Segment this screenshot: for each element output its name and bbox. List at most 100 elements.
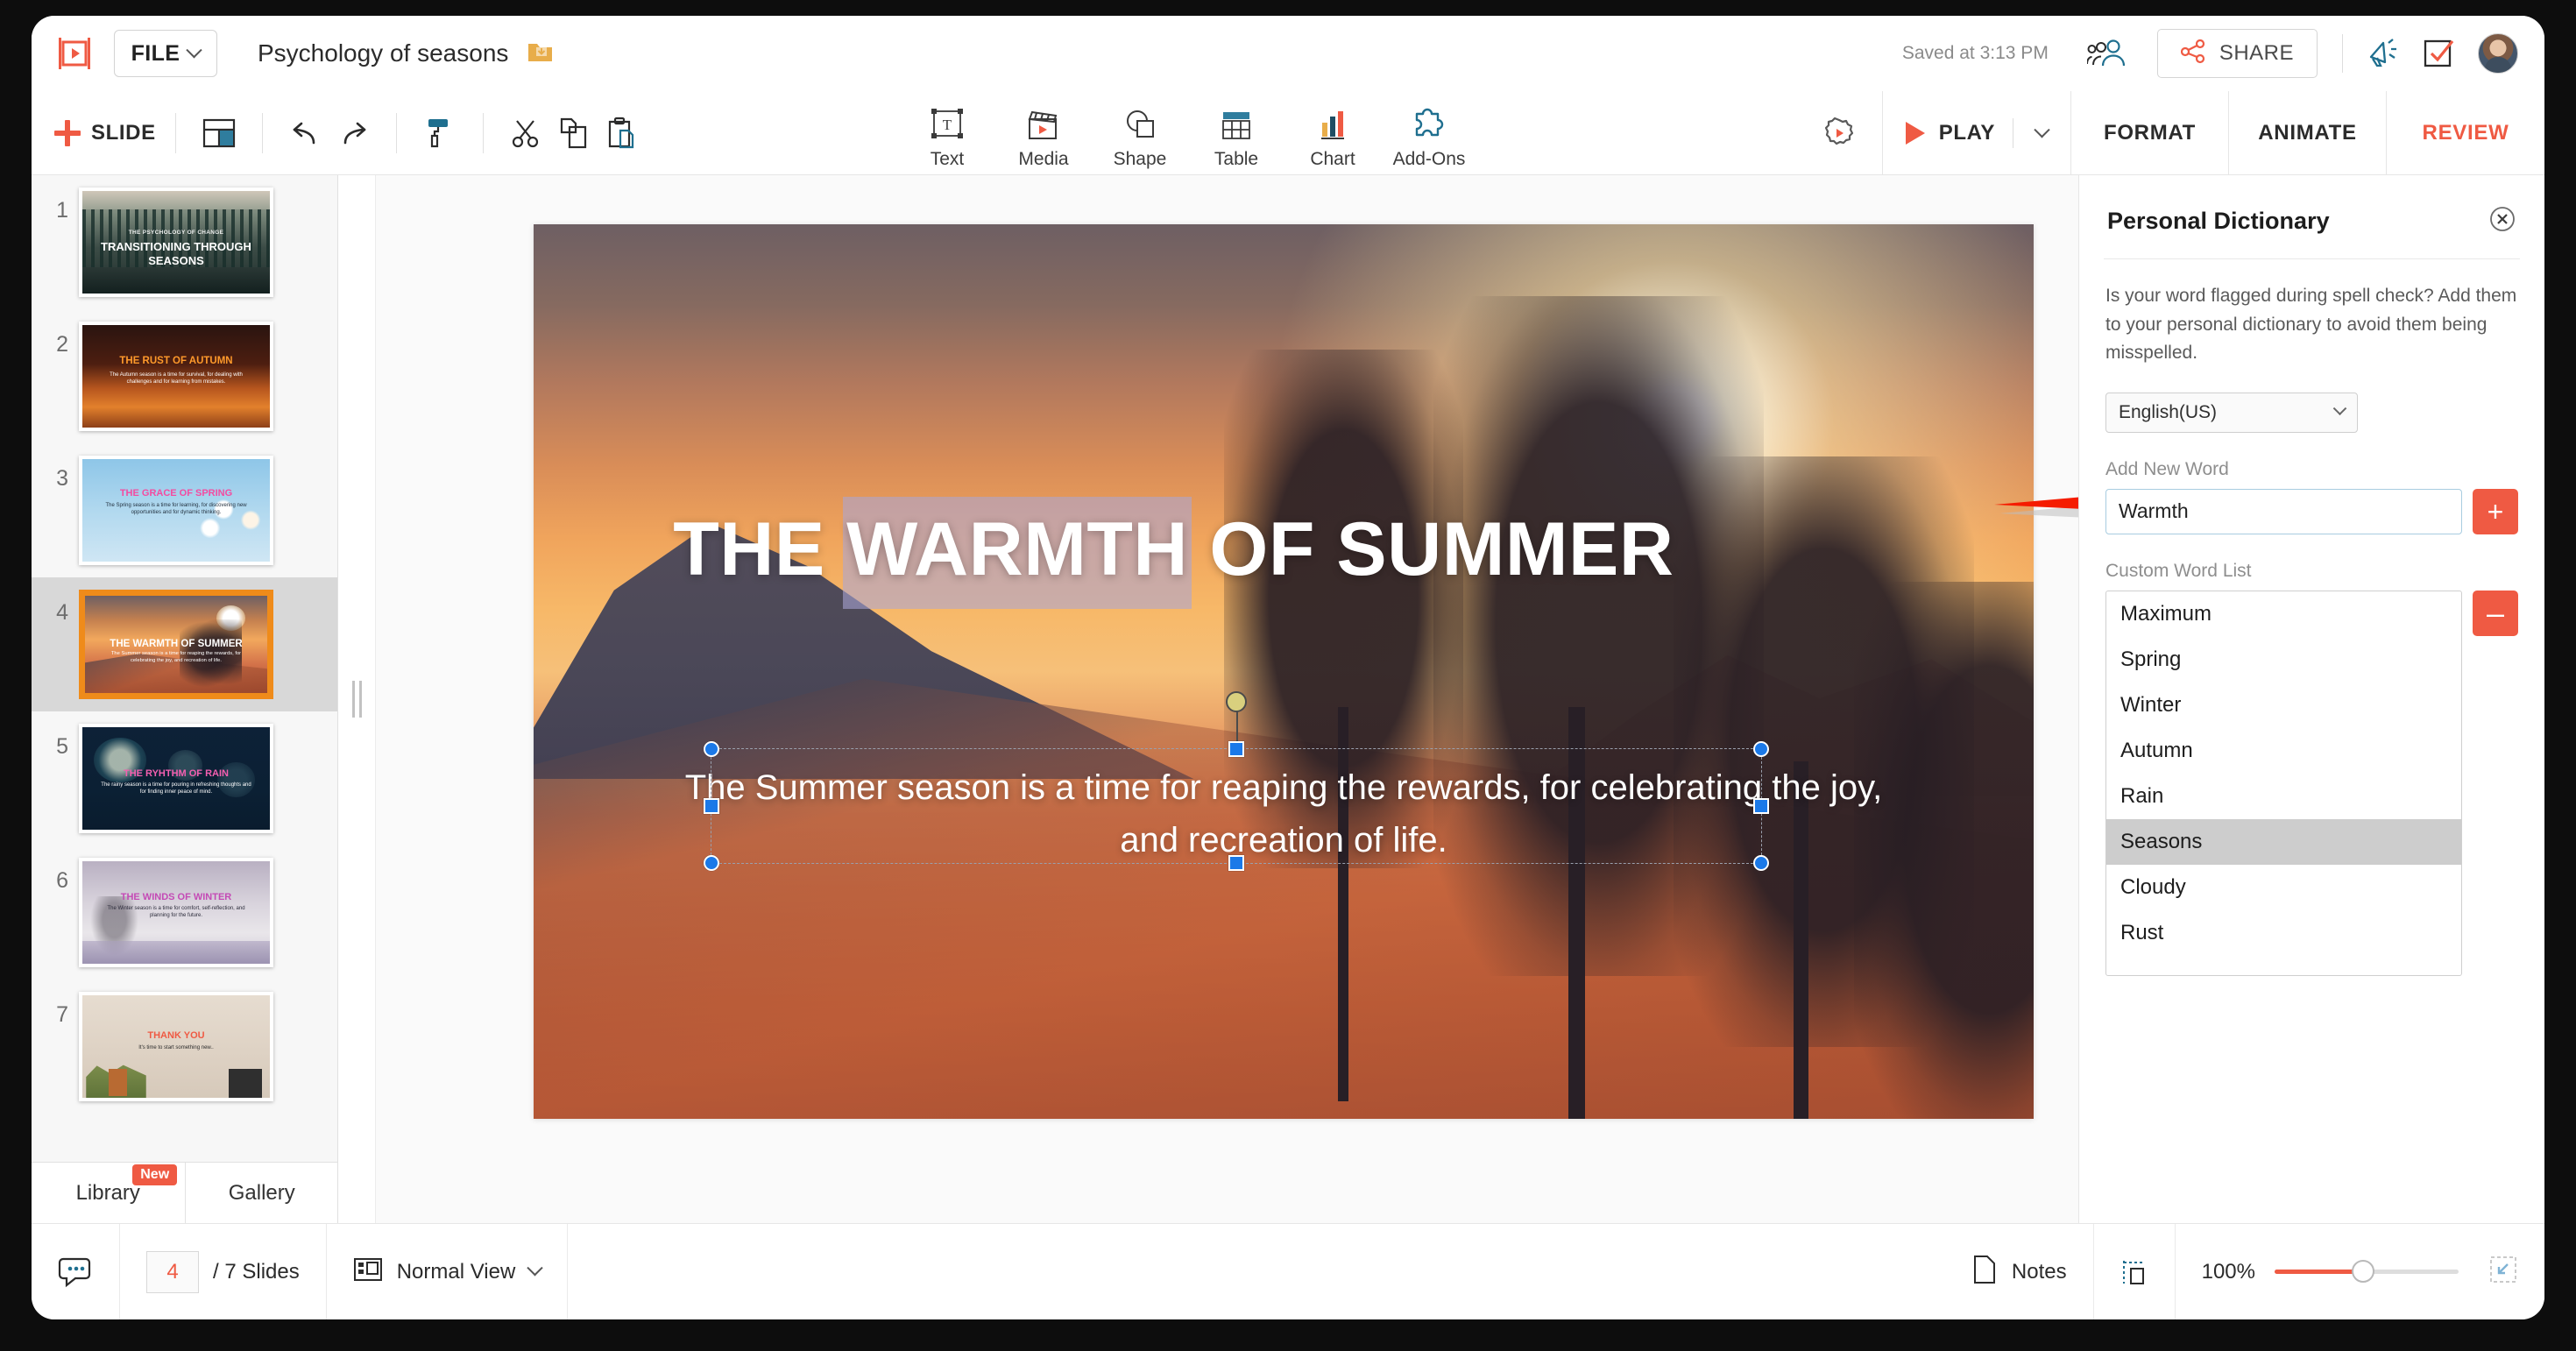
- zoom-control[interactable]: 100%: [2176, 1224, 2544, 1320]
- slide-canvas-area[interactable]: THE WARMTH OF SUMMER The Summer season i…: [339, 175, 2078, 1223]
- current-slide-number[interactable]: 4: [146, 1251, 199, 1293]
- slide-preview-selected[interactable]: THE WARMTH OF SUMMER The Summer season i…: [79, 590, 273, 699]
- add-word-button[interactable]: +: [2473, 489, 2518, 534]
- play-label: PLAY: [1939, 121, 1995, 145]
- redo-icon[interactable]: [329, 110, 377, 157]
- thumb-title: THE WINDS OF WINTER: [82, 892, 270, 902]
- comments-button[interactable]: [32, 1224, 120, 1320]
- slide-thumb-3[interactable]: 3 THE GRACE OF SPRING The Spring season …: [32, 443, 337, 577]
- guides-button[interactable]: [2094, 1224, 2176, 1320]
- view-mode-selector[interactable]: Normal View: [327, 1224, 569, 1320]
- notes-button[interactable]: Notes: [1945, 1224, 2094, 1320]
- slide-title-selected-word[interactable]: WARMTH: [843, 507, 1192, 591]
- add-word-row: +: [2079, 480, 2544, 534]
- slide-thumb-7[interactable]: 7 THANK YOU It's time to start something…: [32, 980, 337, 1114]
- slide-preview[interactable]: THE WINDS OF WINTER The Winter season is…: [79, 858, 273, 967]
- word-list-item[interactable]: Rain: [2106, 774, 2461, 819]
- tab-animate[interactable]: ANIMATE: [2229, 91, 2387, 175]
- insert-media-button[interactable]: Media: [995, 98, 1092, 170]
- thumb-title: TRANSITIONING THROUGH SEASONS: [82, 240, 270, 267]
- remove-word-button[interactable]: –: [2473, 591, 2518, 636]
- slide-preview[interactable]: THE GRACE OF SPRING The Spring season is…: [79, 456, 273, 565]
- add-word-input[interactable]: [2105, 489, 2462, 534]
- slides-scroll-area[interactable]: 1 THE PSYCHOLOGY OF CHANGE TRANSITIONING…: [32, 175, 337, 1127]
- chevron-down-icon: [2333, 402, 2347, 416]
- insert-table-button[interactable]: Table: [1188, 98, 1284, 170]
- presentation-app-window: FILE Psychology of seasons Saved at 3:13…: [32, 16, 2544, 1319]
- insert-table-label: Table: [1214, 149, 1258, 170]
- panel-splitter-grip[interactable]: [339, 175, 376, 1223]
- file-menu-label: FILE: [131, 41, 180, 67]
- folder-download-icon[interactable]: [527, 39, 554, 68]
- tab-format[interactable]: FORMAT: [2071, 91, 2229, 175]
- slide-thumb-6[interactable]: 6 THE WINDS OF WINTER The Winter season …: [32, 845, 337, 980]
- guides-icon: [2120, 1257, 2148, 1287]
- panel-tab-library-label: Library: [76, 1181, 140, 1206]
- word-list-item-selected[interactable]: Seasons: [2106, 819, 2461, 865]
- user-avatar[interactable]: [2478, 33, 2518, 74]
- slide-preview[interactable]: THE RUST OF AUTUMN The Autumn season is …: [79, 322, 273, 431]
- slide-title-textbox[interactable]: THE WARMTH OF SUMMER: [673, 506, 1753, 593]
- insert-chart-button[interactable]: Chart: [1284, 98, 1381, 170]
- slides-thumbnail-panel[interactable]: 1 THE PSYCHOLOGY OF CHANGE TRANSITIONING…: [32, 175, 338, 1223]
- word-list-item[interactable]: Spring: [2106, 637, 2461, 683]
- slide-counter[interactable]: 4 / 7 Slides: [120, 1224, 327, 1320]
- insert-shape-button[interactable]: Shape: [1092, 98, 1188, 170]
- word-list-item[interactable]: Autumn: [2106, 728, 2461, 774]
- slide-thumb-2[interactable]: 2 THE RUST OF AUTUMN The Autumn season i…: [32, 309, 337, 443]
- gear-icon[interactable]: [1815, 110, 1863, 157]
- file-menu-button[interactable]: FILE: [114, 30, 217, 77]
- zoom-slider[interactable]: [2275, 1270, 2459, 1274]
- chevron-down-icon[interactable]: [2034, 122, 2049, 138]
- header-divider: [2342, 34, 2343, 73]
- slide-subtitle-textbox[interactable]: The Summer season is a time for reaping …: [683, 761, 1884, 866]
- paste-icon[interactable]: [598, 110, 645, 157]
- scissors-icon[interactable]: [503, 110, 550, 157]
- toolbar-divider-4: [483, 113, 484, 153]
- insert-addons-button[interactable]: Add-Ons: [1381, 98, 1477, 170]
- slide-thumb-4[interactable]: 4 THE WARMTH OF SUMMER The Summer season…: [32, 577, 337, 711]
- presentation-logo-icon[interactable]: [54, 35, 95, 72]
- chevron-down-icon: [187, 42, 202, 58]
- add-slide-button[interactable]: SLIDE: [54, 120, 156, 146]
- language-select[interactable]: English(US): [2105, 393, 2358, 433]
- share-nodes-icon: [2181, 39, 2207, 68]
- fit-to-screen-icon[interactable]: [2488, 1255, 2518, 1289]
- word-list-item[interactable]: Maximum: [2106, 591, 2461, 637]
- document-title[interactable]: Psychology of seasons: [258, 39, 508, 67]
- share-button[interactable]: SHARE: [2157, 29, 2318, 78]
- word-list-item[interactable]: Winter: [2106, 683, 2461, 728]
- table-grid-icon: [1217, 103, 1256, 144]
- custom-word-list[interactable]: Maximum Spring Winter Autumn Rain Season…: [2105, 591, 2462, 976]
- insert-chart-label: Chart: [1310, 149, 1355, 170]
- slide-thumb-1[interactable]: 1 THE PSYCHOLOGY OF CHANGE TRANSITIONING…: [32, 175, 337, 309]
- slide-preview[interactable]: THANK YOU It's time to start something n…: [79, 992, 273, 1101]
- panel-tab-library[interactable]: Library New: [32, 1163, 185, 1223]
- format-painter-icon[interactable]: [416, 110, 464, 157]
- insert-text-label: Text: [931, 149, 965, 170]
- slide-preview[interactable]: THE RYHTHM OF RAIN The rainy season is a…: [79, 724, 273, 833]
- view-mode-label: Normal View: [397, 1260, 516, 1284]
- slide-preview[interactable]: THE PSYCHOLOGY OF CHANGE TRANSITIONING T…: [79, 187, 273, 297]
- add-slide-label: SLIDE: [91, 121, 156, 145]
- copy-icon[interactable]: [550, 110, 598, 157]
- slide-layout-icon[interactable]: [195, 110, 243, 157]
- zoom-slider-fill: [2275, 1270, 2360, 1274]
- edit-note-icon[interactable]: [2424, 39, 2455, 68]
- megaphone-icon[interactable]: [2367, 38, 2401, 69]
- clapperboard-media-icon: [1024, 103, 1063, 144]
- shapes-icon: [1121, 103, 1159, 144]
- tab-review[interactable]: REVIEW: [2387, 91, 2544, 175]
- insert-text-button[interactable]: T Text: [899, 98, 995, 170]
- slide-thumb-5[interactable]: 5 THE RYHTHM OF RAIN The rainy season is…: [32, 711, 337, 845]
- panel-tab-gallery[interactable]: Gallery: [185, 1163, 339, 1223]
- close-circle-icon[interactable]: [2488, 205, 2516, 237]
- collaborators-icon[interactable]: [2087, 39, 2126, 68]
- undo-icon[interactable]: [282, 110, 329, 157]
- play-button-group[interactable]: PLAY: [1882, 91, 2071, 175]
- share-label: SHARE: [2219, 41, 2294, 66]
- word-list-item[interactable]: Rust: [2106, 910, 2461, 956]
- active-slide-canvas[interactable]: THE WARMTH OF SUMMER The Summer season i…: [534, 224, 2034, 1119]
- zoom-slider-knob[interactable]: [2352, 1260, 2374, 1283]
- word-list-item[interactable]: Cloudy: [2106, 865, 2461, 910]
